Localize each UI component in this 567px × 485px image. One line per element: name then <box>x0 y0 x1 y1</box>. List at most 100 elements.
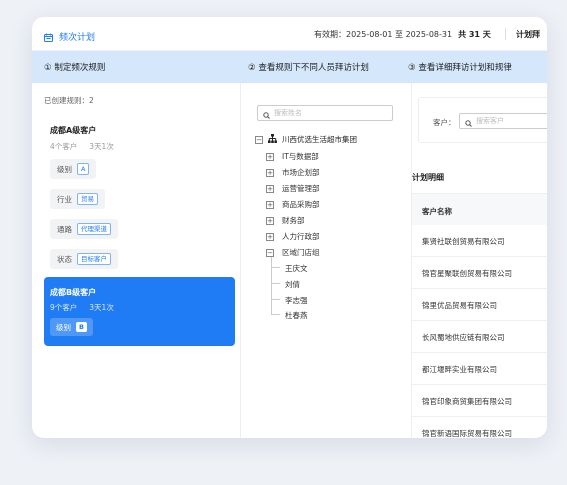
org-tree-panel: − 川西优选生活超市集团 + IT与数据部 + 市场企划部 + 运营管理部 + 商品采购… <box>241 83 412 438</box>
step-1[interactable]: ① 制定频次规则 <box>44 61 105 73</box>
customer-filter-box: 客户： <box>418 97 547 143</box>
customer-search-input[interactable] <box>476 117 547 125</box>
table-row[interactable]: 锦官新语国际贸易有限公司 <box>412 417 547 438</box>
tree-person[interactable]: 杜春燕 <box>285 310 308 321</box>
tree-person[interactable]: 王庆文 <box>285 263 308 274</box>
table-row[interactable]: 集贤社联创贸易有限公司 <box>412 225 547 257</box>
created-rule-count: 已创建规则：2 <box>44 96 94 105</box>
condition-key: 级别 <box>57 164 72 174</box>
dept-label: 市场企划部 <box>282 168 320 177</box>
condition-value: 目标客户 <box>77 253 111 265</box>
dept-label: 运营管理部 <box>282 184 320 193</box>
dept-label: IT与数据部 <box>282 152 319 161</box>
rule-name: 成都A级客户 <box>50 126 97 135</box>
visit-frequency: 3天1次 <box>89 303 114 312</box>
condition-value: A <box>77 163 90 175</box>
customer-name-cell: 锦官印象商贸集团有限公司 <box>422 397 512 406</box>
rule-meta: 9个客户 3天1次 <box>50 302 114 313</box>
visit-frequency: 3天1次 <box>89 142 114 151</box>
condition-value: 贸易 <box>77 193 98 205</box>
expand-icon[interactable]: + <box>266 200 274 209</box>
tree-connector <box>271 283 280 284</box>
customer-name-cell: 锦官新语国际贸易有限公司 <box>422 429 512 438</box>
search-icon <box>465 112 472 131</box>
column-customer-name: 客户名称 <box>422 207 452 216</box>
customer-name-cell: 都江堰畔实业有限公司 <box>422 365 497 374</box>
condition-key: 状态 <box>57 254 72 264</box>
plan-visit-label: 计划拜 <box>516 30 540 39</box>
tree-connector <box>271 257 272 314</box>
expand-icon[interactable]: + <box>266 232 274 241</box>
table-row[interactable]: 锦官星聚联创贸易有限公司 <box>412 257 547 289</box>
org-chart-icon <box>268 134 277 145</box>
condition-key: 行业 <box>57 194 72 204</box>
validity-text: 有效期：2025-08-01 至 2025-08-31 <box>314 30 453 39</box>
step-2[interactable]: ② 查看规则下不同人员拜访计划 <box>248 61 369 73</box>
table-row[interactable]: 锦官印象商贸集团有限公司 <box>412 385 547 417</box>
calendar-icon <box>44 27 53 46</box>
dept-label: 人力行政部 <box>282 232 320 241</box>
tree-dept-stores[interactable]: − 区域门店组 <box>266 247 320 258</box>
rule-card-a[interactable]: 成都A级客户 4个客户 3天1次 级别 A 行业 贸易 通路 代理渠道 状态 目标… <box>44 113 234 269</box>
tree-root-label: 川西优选生活超市集团 <box>282 135 357 144</box>
dept-label: 区域门店组 <box>282 248 320 257</box>
tree-person[interactable]: 李志强 <box>285 295 308 306</box>
condition-level: 级别 A <box>50 159 97 179</box>
condition-key: 级别 <box>56 322 71 332</box>
condition-value: B <box>76 322 87 332</box>
table-row[interactable]: 长风蜀地供应链有限公司 <box>412 321 547 353</box>
tree-person[interactable]: 刘倩 <box>285 279 300 290</box>
top-bar: 频次计划 有效期：2025-08-01 至 2025-08-31 共 31 天 计… <box>32 17 547 51</box>
collapse-icon[interactable]: − <box>266 248 274 257</box>
tree-dept-hr[interactable]: + 人力行政部 <box>266 231 320 242</box>
customer-name-cell: 锦里优品贸易有限公司 <box>422 301 497 310</box>
tree-dept-it[interactable]: + IT与数据部 <box>266 151 319 162</box>
name-search-input[interactable] <box>274 109 384 117</box>
table-header: 客户名称 <box>412 193 547 225</box>
tree-dept-purchasing[interactable]: + 商品采购部 <box>266 199 320 210</box>
condition-status: 状态 目标客户 <box>50 249 118 269</box>
step-3[interactable]: ③ 查看详细拜访计划和规律 <box>408 61 512 73</box>
title-group: 频次计划 <box>44 27 95 46</box>
tree-connector <box>271 267 280 268</box>
customer-count: 9个客户 <box>50 303 78 312</box>
condition-value: 代理渠道 <box>77 223 111 235</box>
condition-channel: 通路 代理渠道 <box>50 219 118 239</box>
rule-card-b-selected[interactable]: 成都B级客户 9个客户 3天1次 级别 B <box>44 277 235 346</box>
tree-connector <box>271 299 280 300</box>
plan-detail-panel: 客户： 计划明细 客户名称 集贤社联创贸易有限公司 锦官星聚联创贸易有限公司 锦… <box>412 83 547 438</box>
expand-icon[interactable]: + <box>266 152 274 161</box>
customer-count: 4个客户 <box>50 142 78 151</box>
expand-icon[interactable]: + <box>266 216 274 225</box>
validity-period: 有效期：2025-08-01 至 2025-08-31 共 31 天 <box>314 29 491 40</box>
tree-root[interactable]: − 川西优选生活超市集团 <box>255 134 357 145</box>
search-icon <box>263 104 270 123</box>
table-row[interactable]: 都江堰畔实业有限公司 <box>412 353 547 385</box>
customer-name-cell: 锦官星聚联创贸易有限公司 <box>422 269 512 278</box>
condition-key: 通路 <box>57 224 72 234</box>
divider <box>505 28 506 40</box>
dept-label: 财务部 <box>282 216 305 225</box>
name-search-box[interactable] <box>257 105 393 121</box>
rule-name: 成都B级客户 <box>50 288 97 297</box>
plan-detail-title: 计划明细 <box>412 173 444 182</box>
expand-icon[interactable]: + <box>266 168 274 177</box>
table-row[interactable]: 锦里优品贸易有限公司 <box>412 289 547 321</box>
tree-dept-finance[interactable]: + 财务部 <box>266 215 305 226</box>
customer-search-box[interactable] <box>459 113 547 129</box>
tree-dept-marketing[interactable]: + 市场企划部 <box>266 167 320 178</box>
page-title: 频次计划 <box>59 33 96 43</box>
customer-name-cell: 集贤社联创贸易有限公司 <box>422 237 505 246</box>
expand-icon[interactable]: + <box>266 184 274 193</box>
step-bar: ① 制定频次规则 ② 查看规则下不同人员拜访计划 ③ 查看详细拜访计划和规律 <box>32 51 547 83</box>
condition-industry: 行业 贸易 <box>50 189 105 209</box>
customer-label: 客户： <box>433 118 456 127</box>
rule-panel: 已创建规则：2 成都A级客户 4个客户 3天1次 级别 A 行业 贸易 通路 代理… <box>32 83 241 438</box>
condition-level: 级别 B <box>50 318 93 336</box>
frequency-plan-card: 频次计划 有效期：2025-08-01 至 2025-08-31 共 31 天 计… <box>32 17 547 438</box>
collapse-icon[interactable]: − <box>255 135 263 144</box>
tree-dept-operations[interactable]: + 运营管理部 <box>266 183 320 194</box>
dept-label: 商品采购部 <box>282 200 320 209</box>
customer-name-cell: 长风蜀地供应链有限公司 <box>422 333 505 342</box>
total-days: 共 31 天 <box>458 30 491 39</box>
